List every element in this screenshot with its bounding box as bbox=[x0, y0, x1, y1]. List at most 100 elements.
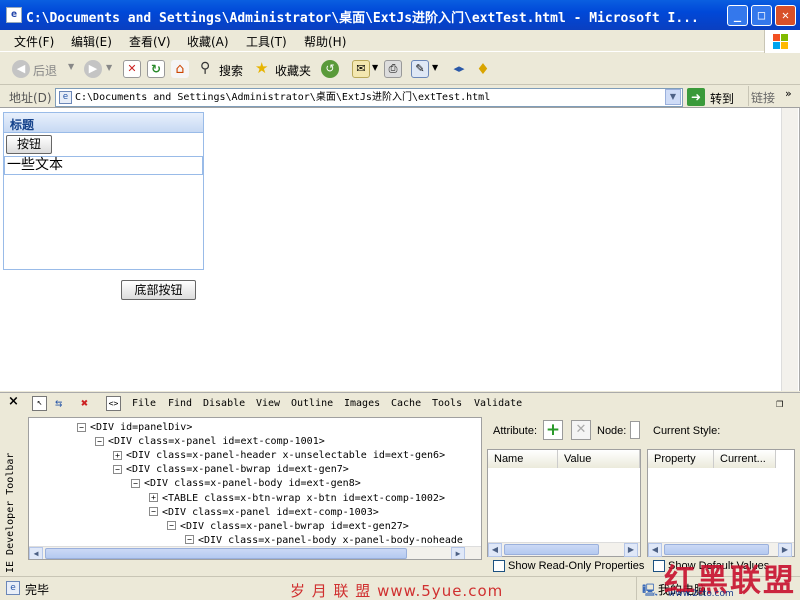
collapse-icon[interactable]: − bbox=[95, 436, 104, 446]
search-button[interactable]: ⚲ 搜索 bbox=[197, 58, 247, 80]
home-button[interactable]: ⌂ bbox=[171, 60, 189, 78]
watermark-left: 岁 月 联 盟 www.5yue.com bbox=[290, 582, 504, 600]
col-name[interactable]: Name bbox=[488, 450, 558, 468]
scroll-left-icon[interactable]: ◀ bbox=[648, 543, 662, 557]
history-button[interactable]: ↺ bbox=[321, 60, 339, 78]
attr-hscroll-thumb[interactable] bbox=[504, 544, 599, 555]
edit-button[interactable]: ✎ bbox=[411, 60, 429, 78]
dev-menu-images[interactable]: Images bbox=[344, 398, 380, 409]
tree-node-label: <DIV class=x-panel id=ext-comp-1003> bbox=[162, 506, 379, 518]
refresh-button[interactable]: ↻ bbox=[147, 60, 165, 78]
tree-node[interactable]: − <DIV class=x-panel id=ext-comp-1001> bbox=[95, 435, 325, 449]
dev-menu-file[interactable]: File bbox=[132, 398, 156, 409]
menu-file[interactable]: 文件(F) bbox=[14, 33, 54, 50]
menu-help[interactable]: 帮助(H) bbox=[304, 33, 346, 50]
tree-node-label: <DIV class=x-panel-body x-panel-body-noh… bbox=[198, 534, 463, 546]
go-arrow-icon: ➜ bbox=[687, 88, 705, 106]
menu-favorites[interactable]: 收藏(A) bbox=[187, 33, 229, 50]
scroll-left-icon[interactable]: ◀ bbox=[488, 543, 502, 557]
bottom-button[interactable]: 底部按钮 bbox=[121, 280, 196, 300]
style-grid[interactable]: Property Current... ◀ ▶ bbox=[647, 449, 795, 557]
col-value[interactable]: Value bbox=[558, 450, 640, 468]
favorites-button[interactable]: ★ 收藏夹 bbox=[253, 58, 315, 80]
refresh-tree-icon[interactable]: ⇆ bbox=[55, 396, 62, 410]
restore-window-icon[interactable]: ❐ bbox=[776, 396, 783, 410]
add-attribute-icon[interactable]: + bbox=[543, 420, 563, 440]
readonly-label: Show Read-Only Properties bbox=[508, 560, 645, 572]
collapse-icon[interactable]: − bbox=[149, 507, 158, 517]
tree-node[interactable]: + <DIV class=x-panel-header x-unselectabl… bbox=[113, 449, 445, 463]
scroll-right-icon[interactable]: ▶ bbox=[451, 547, 465, 559]
maximize-button[interactable]: □ bbox=[751, 5, 772, 26]
tree-node[interactable]: − <DIV id=panelDiv> bbox=[77, 421, 192, 435]
close-button[interactable]: ✕ bbox=[775, 5, 796, 26]
devtoolbar-side: × IE Developer Toolbar bbox=[0, 393, 28, 576]
tree-horizontal-scrollbar[interactable]: ◀ ▶ bbox=[29, 546, 481, 559]
messenger-button[interactable]: ♦ bbox=[474, 60, 492, 78]
forward-button[interactable]: ▶ bbox=[84, 60, 102, 78]
back-arrow-icon: ◀ bbox=[12, 60, 30, 78]
page-vertical-scrollbar[interactable] bbox=[781, 108, 798, 391]
mail-button[interactable]: ✉ bbox=[352, 60, 370, 78]
collapse-icon[interactable]: − bbox=[77, 422, 86, 432]
menu-edit[interactable]: 编辑(E) bbox=[71, 33, 112, 50]
attribute-grid[interactable]: Name Value ◀ ▶ bbox=[487, 449, 641, 557]
collapse-icon[interactable]: − bbox=[185, 535, 194, 545]
dev-menu-disable[interactable]: Disable bbox=[203, 398, 245, 409]
collapse-icon[interactable]: − bbox=[131, 478, 140, 488]
collapse-icon[interactable]: − bbox=[113, 464, 122, 474]
tree-hscroll-thumb[interactable] bbox=[45, 548, 407, 559]
expand-icon[interactable]: + bbox=[113, 450, 122, 460]
dev-menu-cache[interactable]: Cache bbox=[391, 398, 421, 409]
tree-node[interactable]: − <DIV class=x-panel-body id=ext-gen8> bbox=[131, 477, 361, 491]
dev-menu-find[interactable]: Find bbox=[168, 398, 192, 409]
address-dropdown-icon[interactable]: ▼ bbox=[665, 89, 681, 105]
view-source-icon[interactable]: <> bbox=[106, 396, 121, 411]
dev-menu-tools[interactable]: Tools bbox=[432, 398, 462, 409]
stop-button[interactable]: ✕ bbox=[123, 60, 141, 78]
scroll-right-icon[interactable]: ▶ bbox=[624, 543, 638, 557]
menu-tools[interactable]: 工具(T) bbox=[246, 33, 287, 50]
col-property[interactable]: Property bbox=[648, 450, 714, 468]
style-hscroll-thumb[interactable] bbox=[664, 544, 769, 555]
tree-node-label: <DIV id=panelDiv> bbox=[90, 422, 193, 433]
tree-node[interactable]: − <DIV class=x-panel id=ext-comp-1003> bbox=[149, 506, 379, 520]
dev-menu-validate[interactable]: Validate bbox=[474, 398, 522, 409]
tree-node[interactable]: − <DIV class=x-panel-bwrap id=ext-gen7> bbox=[113, 463, 349, 477]
select-element-icon[interactable]: ↖ bbox=[32, 396, 47, 411]
address-input[interactable]: e C:\Documents and Settings\Administrator… bbox=[55, 88, 683, 107]
close-devtoolbar-icon[interactable]: × bbox=[8, 394, 19, 409]
back-button[interactable]: ◀ 后退 ▼ bbox=[8, 58, 78, 80]
watermark-url: www.2cto.com bbox=[668, 589, 734, 599]
search-icon: ⚲ bbox=[200, 60, 211, 76]
minimize-button[interactable]: _ bbox=[727, 5, 748, 26]
discuss-button[interactable]: ◂▸ bbox=[450, 60, 468, 78]
status-text: 完毕 bbox=[25, 583, 50, 597]
dev-menu-outline[interactable]: Outline bbox=[291, 398, 333, 409]
dom-tree[interactable]: − <DIV id=panelDiv> − <DIV class=x-panel id… bbox=[28, 417, 482, 560]
readonly-checkbox[interactable]: Show Read-Only Properties bbox=[493, 560, 645, 573]
node-input[interactable] bbox=[630, 421, 640, 439]
scroll-left-icon[interactable]: ◀ bbox=[29, 547, 43, 559]
remove-attribute-icon[interactable]: ✕ bbox=[571, 420, 591, 440]
print-button[interactable]: ⎙ bbox=[384, 60, 402, 78]
expand-icon[interactable]: + bbox=[149, 493, 158, 502]
collapse-icon[interactable]: − bbox=[167, 521, 176, 531]
checkbox-icon[interactable] bbox=[493, 560, 505, 573]
computer-icon: 🖳 bbox=[642, 583, 659, 597]
tree-node[interactable]: − <DIV class=x-panel-bwrap id=ext-gen27> bbox=[167, 520, 409, 534]
title-bar[interactable]: e C:\Documents and Settings\Administrato… bbox=[0, 0, 800, 30]
panel-button[interactable]: 按钮 bbox=[6, 135, 52, 154]
dev-menu-view[interactable]: View bbox=[256, 398, 280, 409]
panel-text: 一些文本 bbox=[4, 156, 203, 175]
tree-node[interactable]: + <TABLE class=x-btn-wrap x-btn id=ext-co… bbox=[149, 492, 445, 506]
col-current[interactable]: Current... bbox=[714, 450, 776, 468]
clear-icon[interactable]: ✖ bbox=[81, 396, 88, 410]
attr-hscroll[interactable]: ◀ ▶ bbox=[488, 542, 640, 557]
links-button[interactable]: 链接 bbox=[751, 89, 775, 106]
tree-node-label: <DIV class=x-panel-header x-unselectable… bbox=[126, 450, 446, 462]
menu-view[interactable]: 查看(V) bbox=[129, 33, 171, 50]
go-button[interactable]: ➜ 转到 bbox=[687, 88, 740, 107]
style-hscroll[interactable]: ◀ ▶ bbox=[648, 542, 794, 557]
chevron-right-icon[interactable]: » bbox=[785, 87, 792, 100]
